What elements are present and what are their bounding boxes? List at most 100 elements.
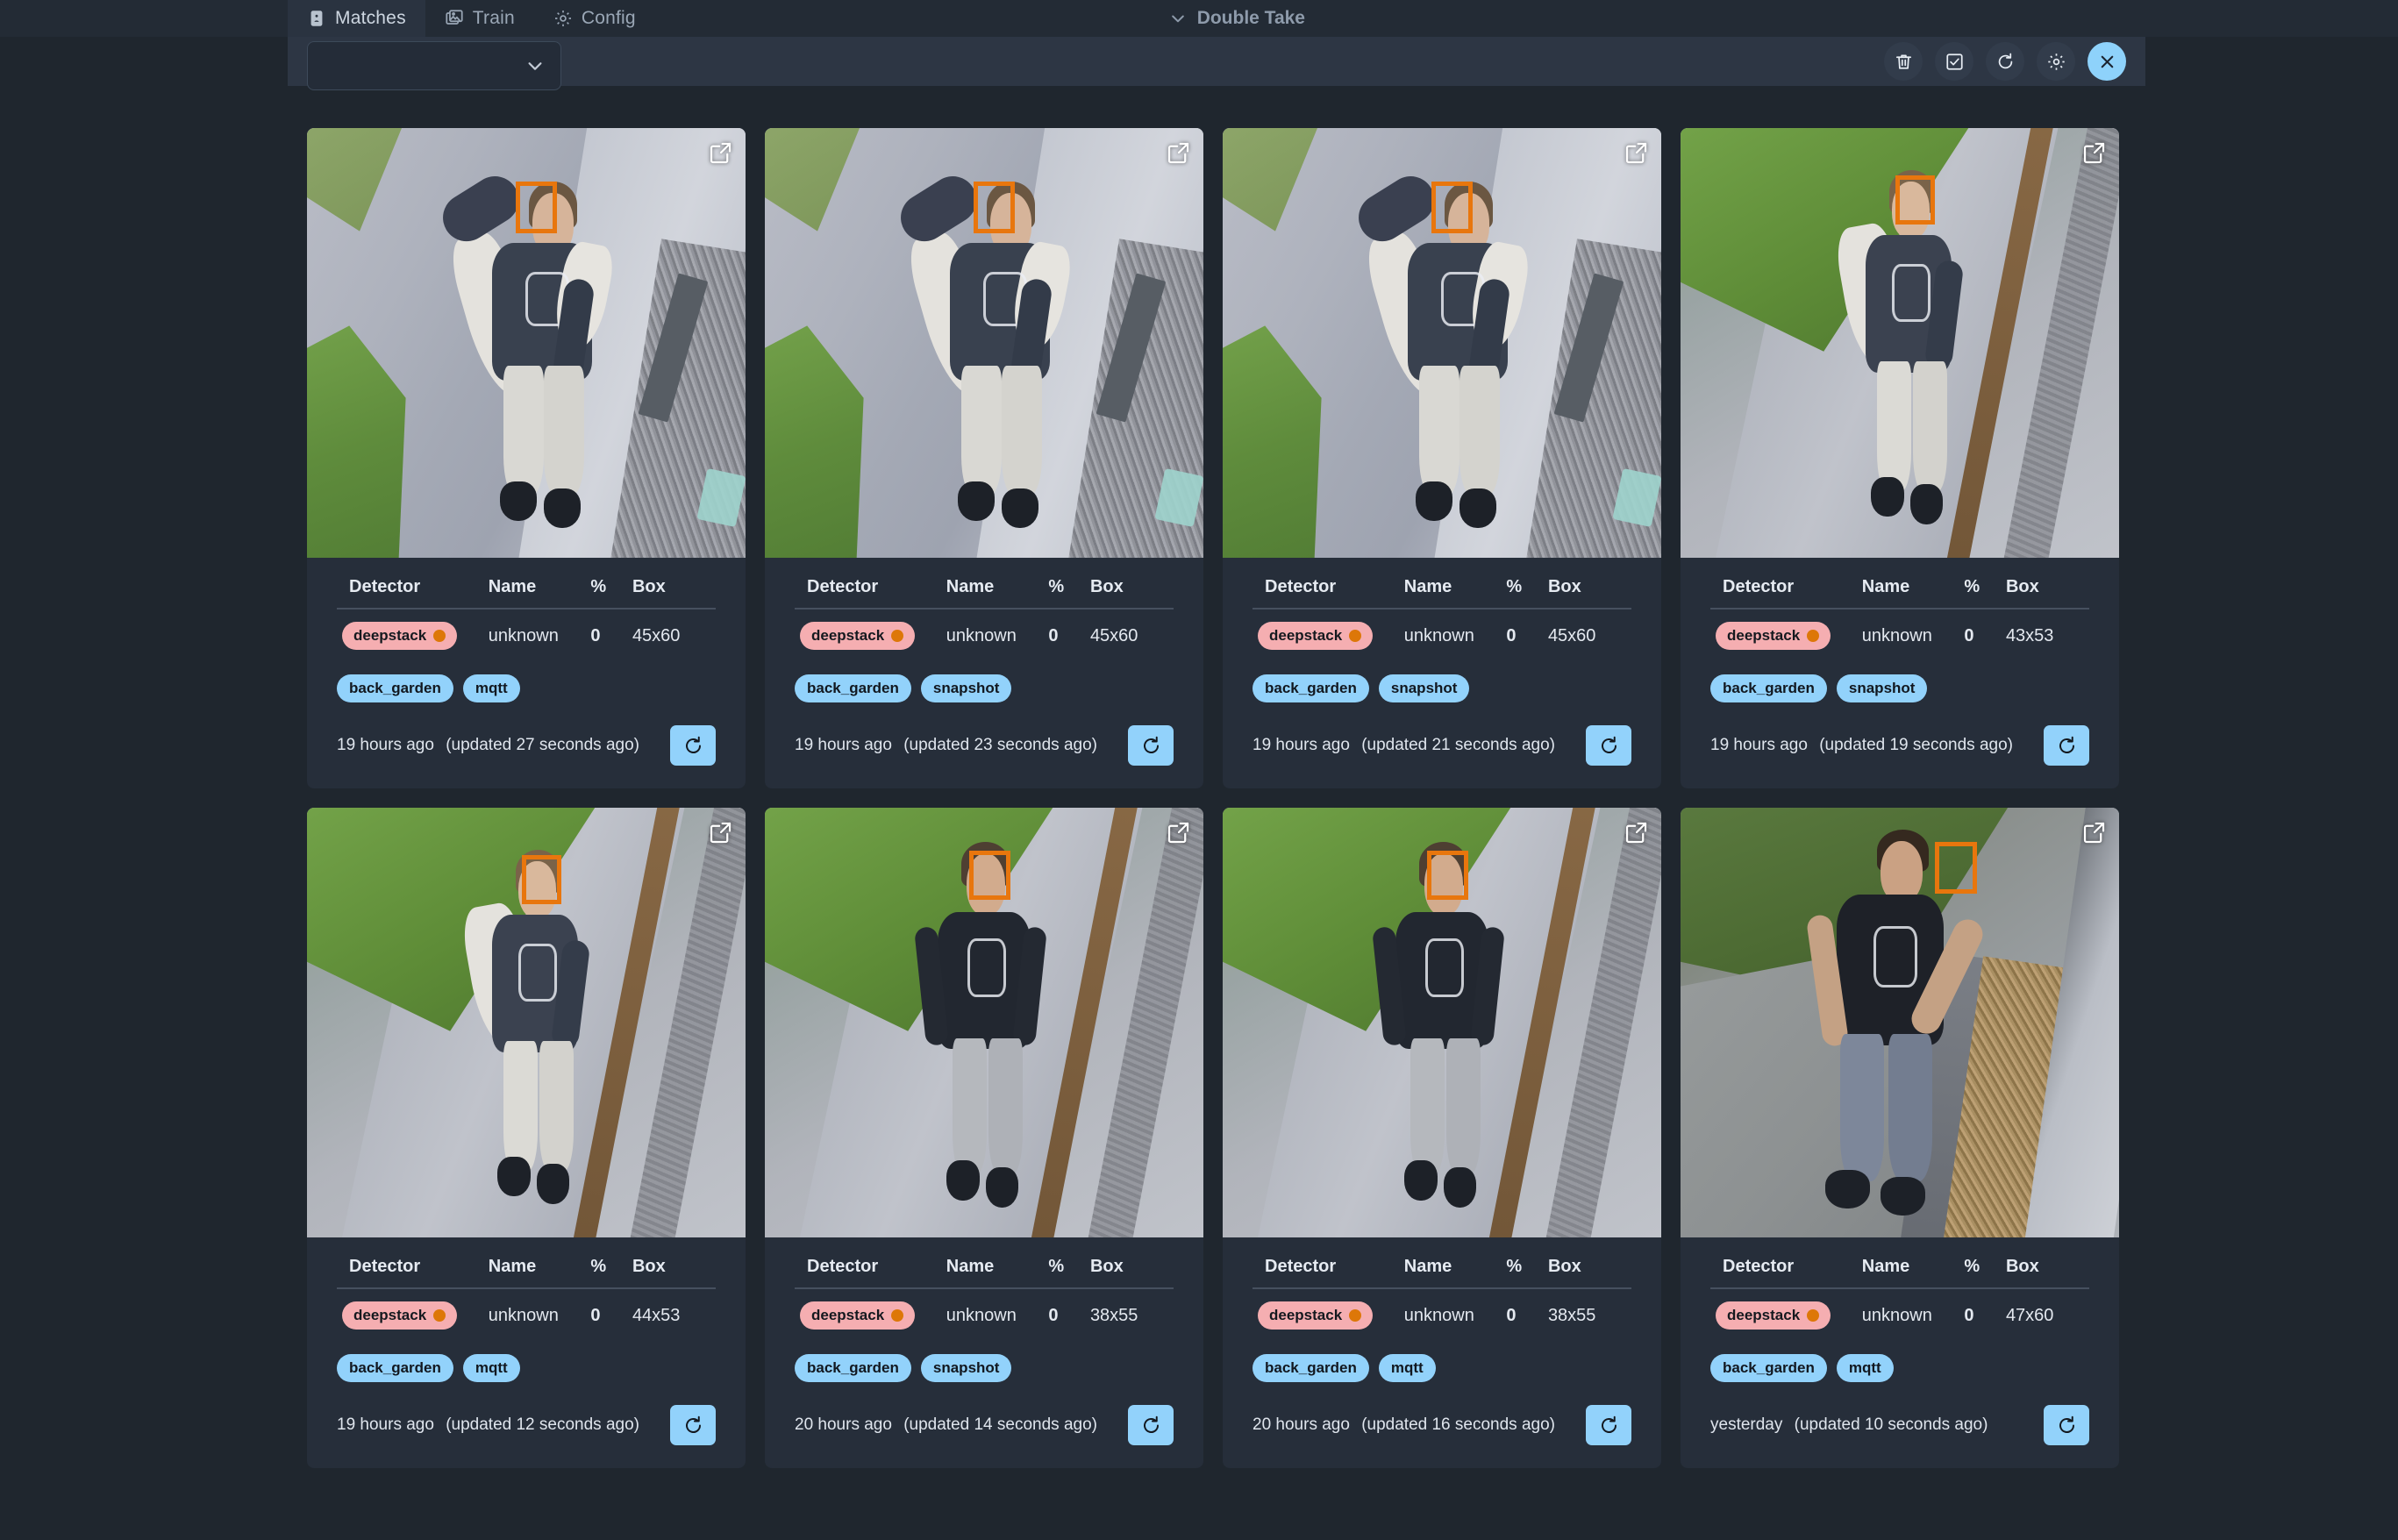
- tag[interactable]: back_garden: [795, 1354, 911, 1382]
- card-refresh-button[interactable]: [1128, 1405, 1174, 1445]
- tag-list: back_garden snapshot: [1710, 674, 2089, 702]
- tag[interactable]: back_garden: [1253, 1354, 1369, 1382]
- card-footer: 19 hours ago (updated 27 seconds ago): [337, 725, 716, 766]
- detector-badge[interactable]: deepstack: [800, 1301, 916, 1330]
- card-refresh-button[interactable]: [670, 1405, 716, 1445]
- settings-button[interactable]: [2037, 42, 2075, 81]
- refresh-icon: [1598, 735, 1620, 757]
- tag-list: back_garden mqtt: [337, 674, 716, 702]
- detection-table: Detector Name % Box deepstack unknown 0 …: [337, 577, 716, 655]
- tab-matches-label: Matches: [335, 8, 406, 28]
- match-thumbnail[interactable]: [765, 808, 1203, 1237]
- close-button[interactable]: [2088, 42, 2126, 81]
- tag[interactable]: back_garden: [337, 1354, 453, 1382]
- detector-badge[interactable]: deepstack: [1716, 622, 1831, 650]
- top-navbar: Matches Train Config Double Take: [0, 0, 2398, 37]
- card-footer: 19 hours ago (updated 21 seconds ago): [1253, 725, 1631, 766]
- external-link-icon[interactable]: [2082, 140, 2107, 165]
- tag[interactable]: snapshot: [920, 674, 1012, 702]
- external-link-icon[interactable]: [1624, 820, 1649, 845]
- card-refresh-button[interactable]: [1128, 725, 1174, 766]
- match-card: Detector Name % Box deepstack unknown 0 …: [1223, 808, 1661, 1468]
- match-thumbnail[interactable]: [1223, 128, 1661, 558]
- header-name: Name: [1861, 577, 1965, 610]
- external-link-icon[interactable]: [709, 820, 733, 845]
- tag[interactable]: back_garden: [795, 674, 911, 702]
- refresh-button[interactable]: [1986, 42, 2024, 81]
- external-link-icon[interactable]: [1167, 820, 1191, 845]
- tag[interactable]: back_garden: [1253, 674, 1369, 702]
- external-link-icon[interactable]: [1167, 140, 1191, 165]
- chevron-down-icon: [525, 56, 545, 75]
- gear-icon: [2046, 52, 2066, 72]
- timestamp-row: 19 hours ago (updated 27 seconds ago): [337, 736, 639, 755]
- header-detector: Detector: [1253, 577, 1404, 610]
- tag[interactable]: snapshot: [1378, 674, 1470, 702]
- card-refresh-button[interactable]: [670, 725, 716, 766]
- tag[interactable]: back_garden: [1710, 674, 1827, 702]
- match-box-size: 45x60: [632, 625, 681, 645]
- match-name: unknown: [1403, 625, 1474, 645]
- header-box: Box: [2005, 577, 2089, 610]
- status-dot-icon: [1349, 630, 1362, 642]
- detector-badge[interactable]: deepstack: [1258, 622, 1374, 650]
- header-percent: %: [1048, 577, 1090, 610]
- match-box-size: 38x55: [1547, 1305, 1596, 1325]
- card-refresh-button[interactable]: [1586, 1405, 1631, 1445]
- detector-badge[interactable]: deepstack: [342, 1301, 458, 1330]
- detector-badge[interactable]: deepstack: [1716, 1301, 1831, 1330]
- header-percent: %: [590, 1257, 632, 1289]
- tag[interactable]: mqtt: [462, 674, 520, 702]
- detector-label: deepstack: [811, 1307, 885, 1323]
- timestamp-row: 19 hours ago (updated 12 seconds ago): [337, 1415, 639, 1435]
- tag[interactable]: back_garden: [1710, 1354, 1827, 1382]
- card-footer: 19 hours ago (updated 19 seconds ago): [1710, 725, 2089, 766]
- tab-train[interactable]: Train: [425, 0, 534, 37]
- tag[interactable]: snapshot: [1836, 674, 1928, 702]
- external-link-icon[interactable]: [1624, 140, 1649, 165]
- header-box: Box: [2005, 1257, 2089, 1289]
- table-header-row: Detector Name % Box: [1253, 1257, 1631, 1289]
- refresh-icon: [1140, 1415, 1162, 1437]
- tag[interactable]: back_garden: [337, 674, 453, 702]
- match-thumbnail[interactable]: [765, 128, 1203, 558]
- match-thumbnail[interactable]: [1681, 128, 2119, 558]
- tab-matches[interactable]: Matches: [288, 0, 425, 37]
- delete-button[interactable]: [1884, 42, 1923, 81]
- updated-time: (updated 23 seconds ago): [903, 736, 1097, 754]
- face-detection-box: [515, 182, 557, 234]
- match-confidence: 0: [1506, 1305, 1517, 1325]
- tag[interactable]: snapshot: [920, 1354, 1012, 1382]
- match-card: Detector Name % Box deepstack unknown 0 …: [1223, 128, 1661, 788]
- tag[interactable]: mqtt: [462, 1354, 520, 1382]
- refresh-icon: [682, 735, 704, 757]
- match-thumbnail[interactable]: [1223, 808, 1661, 1237]
- card-footer: 19 hours ago (updated 12 seconds ago): [337, 1405, 716, 1445]
- detector-badge[interactable]: deepstack: [800, 622, 916, 650]
- external-link-icon[interactable]: [2082, 820, 2107, 845]
- tab-config[interactable]: Config: [534, 0, 655, 37]
- detector-badge[interactable]: deepstack: [1258, 1301, 1374, 1330]
- external-link-icon[interactable]: [709, 140, 733, 165]
- detector-label: deepstack: [353, 1307, 427, 1323]
- match-name: unknown: [1861, 625, 1932, 645]
- card-refresh-button[interactable]: [1586, 725, 1631, 766]
- header-detector: Detector: [1253, 1257, 1404, 1289]
- match-thumbnail[interactable]: [307, 808, 746, 1237]
- brand-menu[interactable]: Double Take: [1169, 0, 1305, 37]
- header-name: Name: [1403, 577, 1507, 610]
- match-confidence: 0: [590, 625, 601, 645]
- tag[interactable]: mqtt: [1378, 1354, 1436, 1382]
- updated-time: (updated 21 seconds ago): [1361, 736, 1555, 754]
- table-row: deepstack unknown 0 45x60: [1253, 609, 1631, 655]
- match-box-size: 44x53: [632, 1305, 681, 1325]
- card-refresh-button[interactable]: [2044, 1405, 2089, 1445]
- select-all-button[interactable]: [1935, 42, 1973, 81]
- filter-select[interactable]: [307, 41, 561, 90]
- match-thumbnail[interactable]: [307, 128, 746, 558]
- tag[interactable]: mqtt: [1836, 1354, 1894, 1382]
- match-box-size: 38x55: [1089, 1305, 1138, 1325]
- match-thumbnail[interactable]: [1681, 808, 2119, 1237]
- card-refresh-button[interactable]: [2044, 725, 2089, 766]
- detector-badge[interactable]: deepstack: [342, 622, 458, 650]
